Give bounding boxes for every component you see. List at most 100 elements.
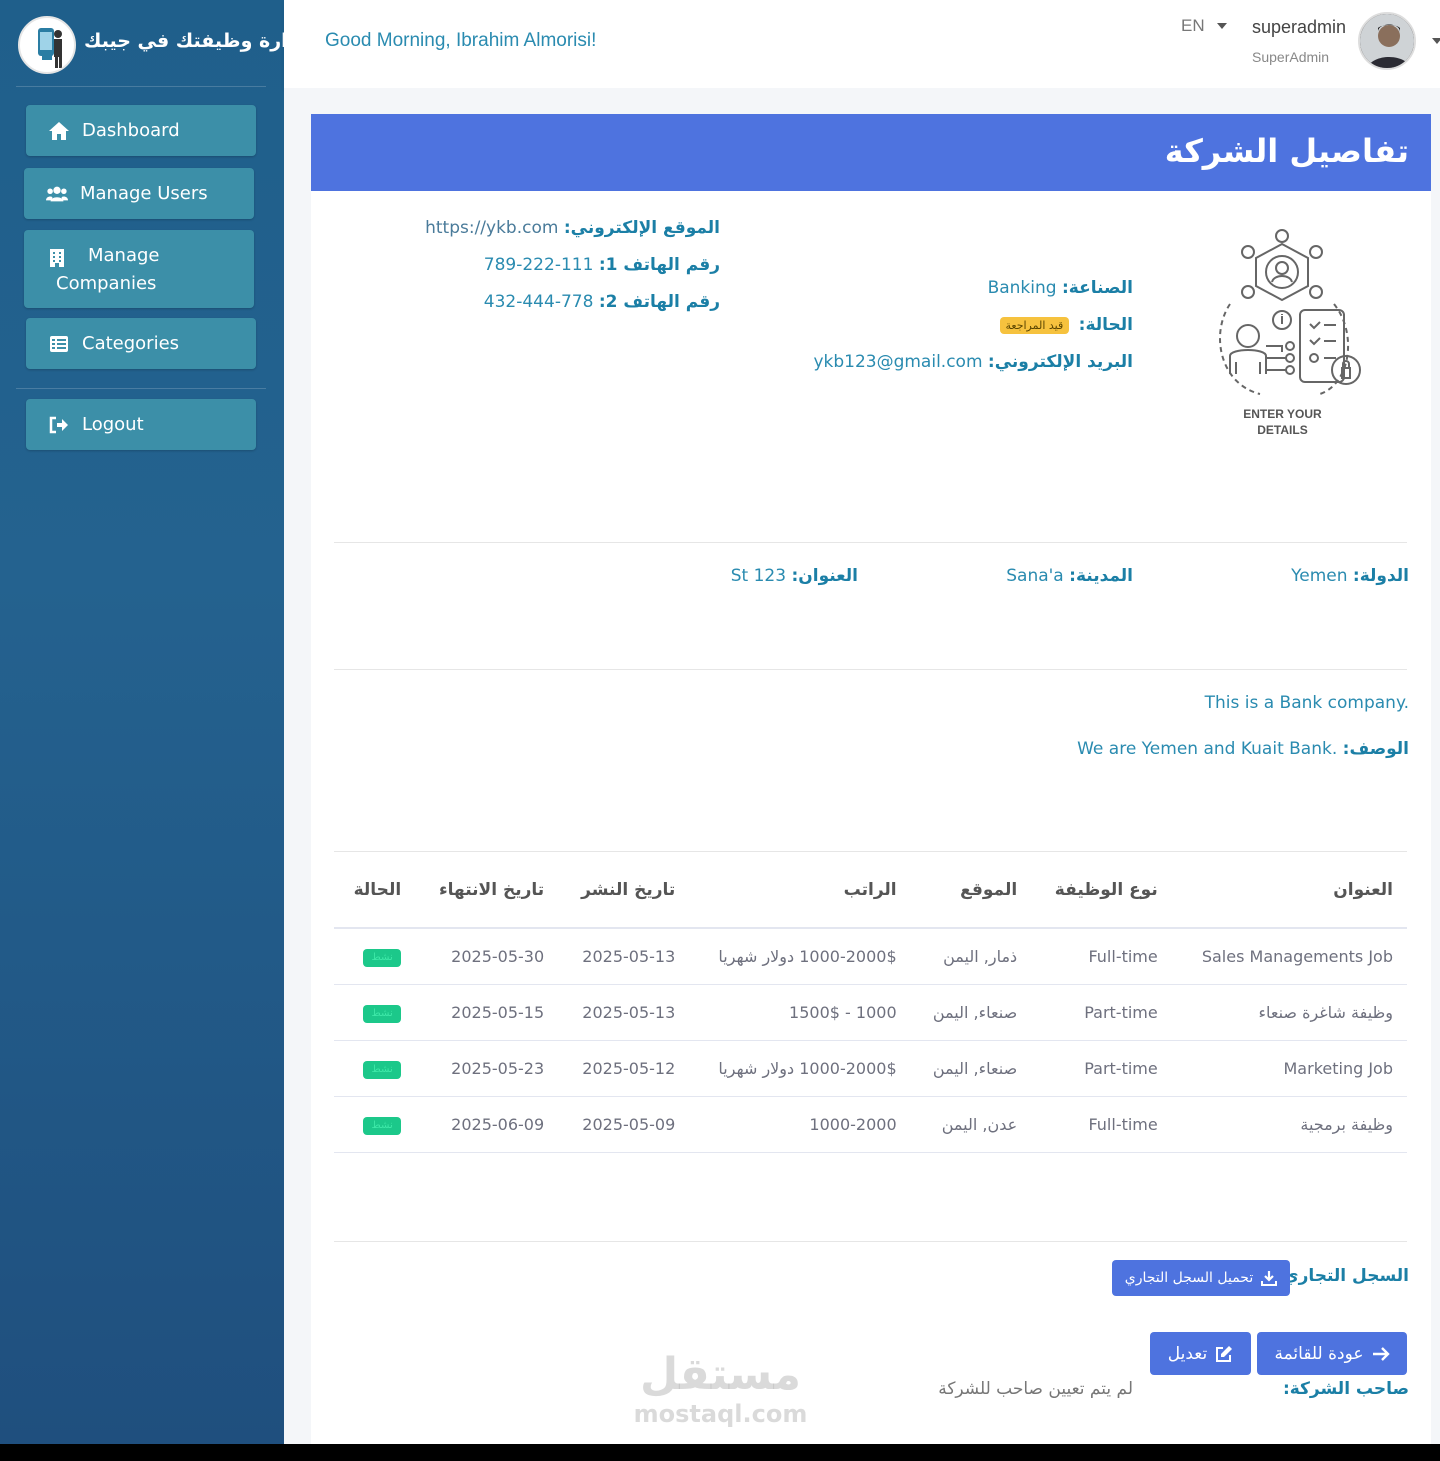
address-field: العنوان: St 123 (731, 566, 858, 586)
city-field: المدينة: Sana'a (1006, 566, 1133, 586)
watermark: مستقل mostaql.com (633, 1349, 808, 1429)
sidebar-item-label: Dashboard (82, 120, 180, 141)
download-register-button[interactable]: تحميل السجل التجاري (1112, 1260, 1290, 1296)
sidebar-item-label: Manage Companies (56, 245, 160, 294)
job-salary: 1000-2000$ دولار شهريا (689, 1040, 911, 1097)
page-title: تفاصيل الشركة (1164, 132, 1409, 170)
column-header-posted[interactable]: تاريخ النشر (558, 852, 690, 929)
greeting-text: Good Morning, Ibrahim Almorisi! (325, 30, 597, 51)
column-header-status[interactable]: الحالة (334, 852, 416, 929)
bottom-bar (0, 1444, 1440, 1461)
job-type: Part-time (1031, 984, 1172, 1041)
phone1-value: 111-222-789 (483, 255, 594, 275)
country-field: الدولة: Yemen (1291, 566, 1409, 586)
industry-field: الصناعة: Banking (988, 278, 1133, 298)
job-posted: 2025-05-13 (558, 984, 690, 1041)
avatar[interactable] (1358, 12, 1416, 70)
job-expires: 2025-06-09 (415, 1096, 559, 1153)
column-header-expires[interactable]: تاريخ الانتهاء (415, 852, 559, 929)
jobs-table: العنوان نوع الوظيفة الموقع الراتب تاريخ … (334, 852, 1407, 1153)
sidebar-item-label: Categories (82, 333, 180, 354)
sidebar-item-manage-companies[interactable]: Manage Companies (24, 230, 254, 308)
country-label: الدولة: (1352, 566, 1409, 586)
table-header-row: العنوان نوع الوظيفة الموقع الراتب تاريخ … (334, 852, 1407, 929)
sidebar-item-categories[interactable]: Categories (26, 318, 256, 369)
section-divider (334, 1241, 1407, 1242)
column-header-title[interactable]: العنوان (1171, 852, 1407, 929)
sidebar-divider (16, 86, 266, 87)
country-value: Yemen (1291, 566, 1348, 586)
column-header-type[interactable]: نوع الوظيفة (1031, 852, 1172, 929)
description-label: الوصف: (1342, 739, 1409, 759)
job-expires: 2025-05-30 (415, 928, 559, 985)
description-value: We are Yemen and Kuait Bank. (1077, 739, 1338, 759)
company-details-card: تفاصيل الشركة ENTER YOUR DETAILS الصناعة… (311, 114, 1431, 1454)
job-location: ذمار, اليمن (910, 928, 1032, 985)
users-icon (46, 184, 68, 204)
table-row[interactable]: وظيفة برمجية Full-time عدن, اليمن 1000-2… (334, 1096, 1407, 1153)
column-header-location[interactable]: الموقع (910, 852, 1032, 929)
phone2-field: رقم الهاتف 2: 778-444-432 (484, 292, 720, 312)
email-label: البريد الإلكتروني: (987, 352, 1133, 372)
industry-value: Banking (987, 278, 1057, 298)
arrow-right-icon (1372, 1346, 1390, 1362)
table-row[interactable]: Sales Managements Job Full-time ذمار, ال… (334, 928, 1407, 985)
job-title[interactable]: وظيفة شاغرة صنعاء (1171, 984, 1407, 1041)
back-to-list-button[interactable]: عودة للقائمة (1257, 1332, 1407, 1375)
address-label: العنوان: (791, 566, 858, 586)
job-status-cell: نشط (334, 928, 416, 985)
sidebar-item-manage-users[interactable]: Manage Users (24, 168, 254, 219)
job-location: صنعاء, اليمن (910, 1040, 1032, 1097)
email-field: البريد الإلكتروني: ykb123@gmail.com (813, 352, 1133, 372)
brand-title: إدارة وظيفتك في جيبك (84, 30, 304, 52)
download-icon (1261, 1270, 1278, 1286)
logout-icon (48, 415, 70, 435)
table-row[interactable]: وظيفة شاغرة صنعاء Part-time صنعاء, اليمن… (334, 984, 1407, 1041)
brand-logo-icon (18, 16, 76, 74)
description-text-1: This is a Bank company. (1204, 693, 1409, 713)
job-status-cell: نشط (334, 984, 416, 1041)
job-title[interactable]: Sales Managements Job (1171, 928, 1407, 985)
job-status-cell: نشط (334, 1096, 416, 1153)
job-location: عدن, اليمن (910, 1096, 1032, 1153)
main-content: تفاصيل الشركة ENTER YOUR DETAILS الصناعة… (284, 88, 1440, 1454)
card-header: تفاصيل الشركة (311, 114, 1431, 191)
industry-label: الصناعة: (1061, 278, 1133, 298)
job-posted: 2025-05-12 (558, 1040, 690, 1097)
job-type: Part-time (1031, 1040, 1172, 1097)
user-role: SuperAdmin (1252, 49, 1330, 65)
status-badge: نشط (363, 1005, 402, 1023)
job-posted: 2025-05-13 (558, 928, 690, 985)
logout-button[interactable]: Logout (26, 399, 256, 450)
sidebar-item-dashboard[interactable]: Dashboard (26, 105, 256, 156)
table-row[interactable]: Marketing Job Part-time صنعاء, اليمن 100… (334, 1040, 1407, 1097)
status-badge: نشط (363, 1117, 402, 1135)
description-field: الوصف: We are Yemen and Kuait Bank. (1077, 739, 1409, 759)
brand[interactable]: إدارة وظيفتك في جيبك (16, 14, 304, 76)
chevron-down-icon (1216, 23, 1227, 29)
status-label: الحالة: (1078, 315, 1133, 335)
job-location: صنعاء, اليمن (910, 984, 1032, 1041)
job-expires: 2025-05-15 (415, 984, 559, 1041)
phone1-field: رقم الهاتف 1: 111-222-789 (484, 255, 720, 275)
city-label: المدينة: (1069, 566, 1133, 586)
edit-button[interactable]: تعديل (1150, 1332, 1251, 1375)
user-menu-chevron-icon[interactable] (1432, 38, 1440, 44)
user-name[interactable]: superadmin (1252, 17, 1346, 38)
owner-label: صاحب الشركة: (1282, 1379, 1409, 1399)
language-dropdown[interactable]: EN (1181, 16, 1227, 36)
email-value[interactable]: ykb123@gmail.com (813, 352, 982, 372)
list-icon (48, 334, 70, 354)
job-title[interactable]: وظيفة برمجية (1171, 1096, 1407, 1153)
website-label: الموقع الإلكتروني: (563, 218, 720, 238)
status-field: الحالة: قيد المراجعة (999, 315, 1133, 335)
job-title[interactable]: Marketing Job (1171, 1040, 1407, 1097)
job-salary: 1000-2000$ دولار شهريا (689, 928, 911, 985)
section-divider (334, 542, 1407, 543)
job-expires: 2025-05-23 (415, 1040, 559, 1097)
website-value[interactable]: https://ykb.com (425, 218, 558, 238)
home-icon (48, 121, 70, 141)
commercial-register-label: السجل التجاري: (1276, 1266, 1409, 1286)
owner-value: لم يتم تعيين صاحب للشركة (938, 1379, 1133, 1399)
column-header-salary[interactable]: الراتب (689, 852, 911, 929)
